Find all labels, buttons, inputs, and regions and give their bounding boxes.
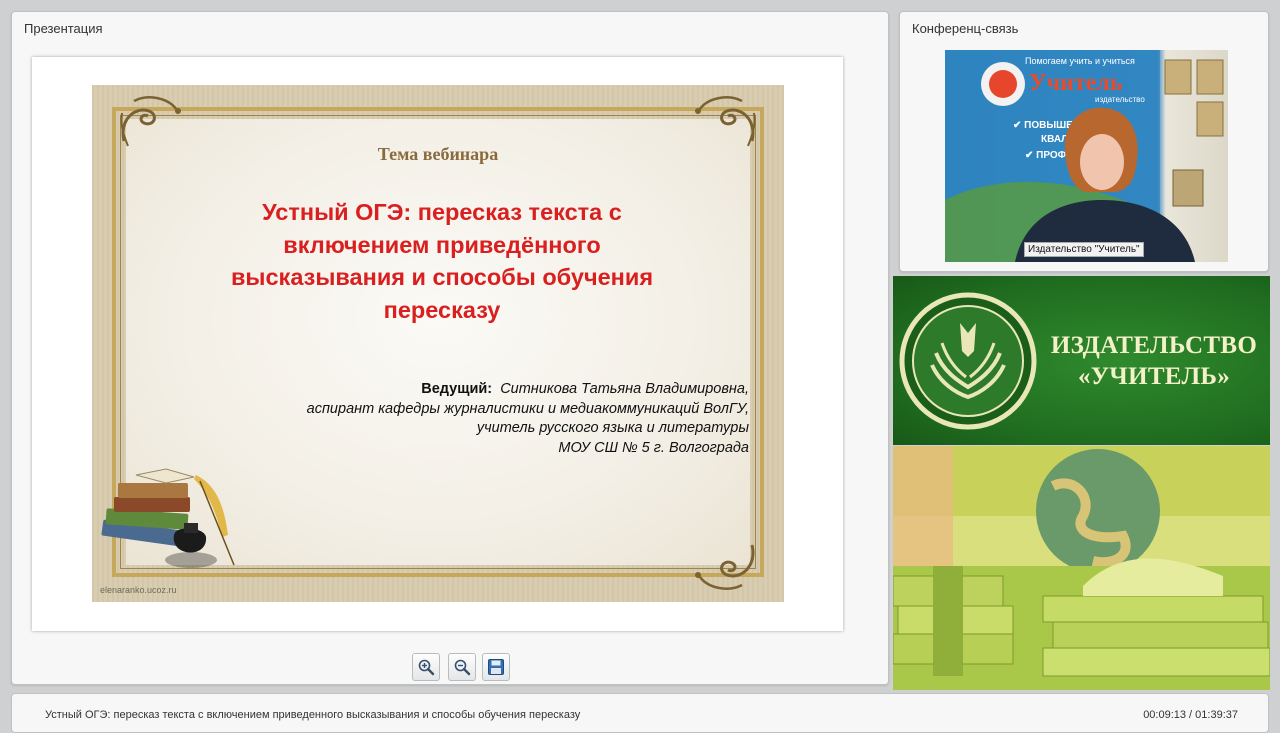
zoom-in-button[interactable]: [412, 653, 440, 681]
publisher-logo-icon: [899, 292, 1037, 430]
presenter-role: учитель русского языка и литературы: [476, 420, 749, 436]
zoom-out-button[interactable]: [448, 653, 476, 681]
books-inkwell-illustration: [101, 468, 235, 568]
bottom-status-bar: Устный ОГЭ: пересказ текста с включением…: [11, 693, 1269, 733]
presentation-panel: Презентация Тема вебинара Устный ОГЭ: пе…: [11, 11, 889, 685]
publisher-name: ИЗДАТЕЛЬСТВО «УЧИТЕЛЬ»: [1043, 330, 1265, 392]
presenter-school: МОУ СШ № 5 г. Волгограда: [558, 439, 749, 456]
banner-books-photo: [893, 446, 1270, 690]
poster-title: Учитель: [1029, 70, 1123, 96]
slide-watermark: elenaranko.ucoz.ru: [100, 585, 177, 595]
ornament-top-left-icon: [120, 96, 181, 147]
presenter-name: Ситникова Татьяна Владимировна,: [500, 381, 749, 397]
zoom-in-icon: [418, 659, 435, 676]
presenter-info: Ведущий: Ситникова Татьяна Владимировна,…: [149, 380, 749, 458]
publisher-banner: ИЗДАТЕЛЬСТВО «УЧИТЕЛЬ»: [893, 276, 1270, 445]
slide-heading-line: включением приведённого: [283, 231, 601, 258]
conference-panel-title: Конференц-связь: [912, 21, 1019, 36]
ornament-bottom-right-icon: [695, 544, 755, 590]
floppy-disk-icon: [488, 659, 504, 675]
webinar-title: Устный ОГЭ: пересказ текста с включением…: [45, 709, 581, 721]
slide-topic: Тема вебинара: [377, 144, 499, 164]
presenter-position: аспирант кафедры журналистики и медиаком…: [306, 400, 749, 417]
slide-heading: Устный ОГЭ: пересказ текста с включением…: [182, 196, 702, 326]
presentation-panel-title: Презентация: [24, 21, 103, 36]
save-button[interactable]: [482, 653, 510, 681]
poster-subtitle: издательство: [1095, 95, 1145, 104]
video-frame-image: Помогаем учить и учиться Учитель издател…: [945, 50, 1228, 262]
publisher-name-line-2: «УЧИТЕЛЬ»: [1077, 363, 1231, 390]
zoom-out-icon: [454, 659, 471, 676]
slide-heading-line: пересказу: [383, 296, 501, 323]
video-caption: Издательство "Учитель": [1024, 242, 1144, 257]
conference-panel: Конференц-связь Помогаем учить и учиться…: [899, 11, 1269, 272]
poster-slogan: Помогаем учить и учиться: [1025, 56, 1135, 66]
presenter-label: Ведущий:: [421, 381, 493, 397]
publisher-name-line-1: ИЗДАТЕЛЬСТВО: [1050, 332, 1258, 359]
slide: Тема вебинара Устный ОГЭ: пересказ текст…: [92, 85, 784, 602]
slide-heading-line: Устный ОГЭ: пересказ текста с: [262, 199, 622, 225]
books-globe-image: [893, 446, 1270, 690]
playback-time: 00:09:13 / 01:39:37: [1143, 709, 1238, 721]
ornament-top-right-icon: [695, 96, 756, 147]
slide-viewport: Тема вебинара Устный ОГЭ: пересказ текст…: [32, 57, 843, 631]
slide-heading-line: высказывания и способы обучения: [230, 264, 654, 290]
video-feed[interactable]: Помогаем учить и учиться Учитель издател…: [945, 50, 1228, 262]
